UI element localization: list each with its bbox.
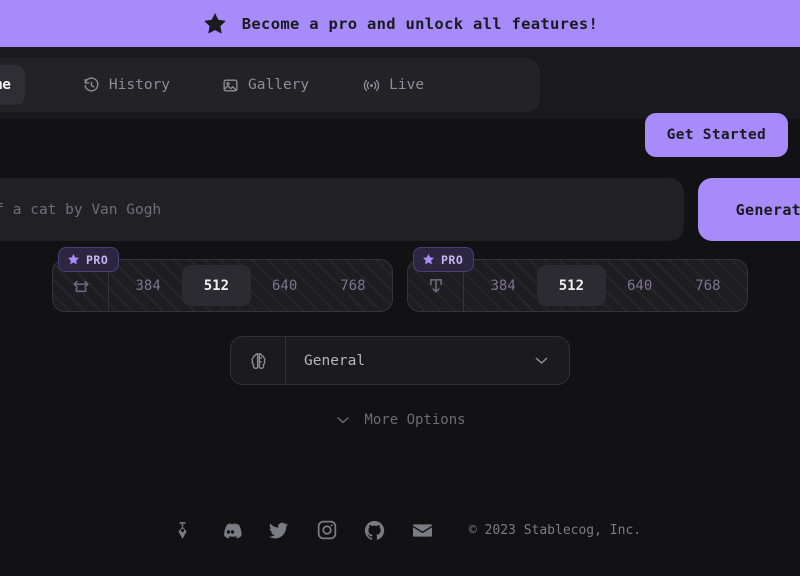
height-selector-group: PRO 384 512 640 768: [407, 247, 748, 312]
nav-item-live[interactable]: Live: [349, 65, 438, 105]
clock-icon: [83, 76, 100, 94]
twitter-icon[interactable]: [255, 508, 303, 552]
image-icon: [222, 77, 239, 94]
height-option-512[interactable]: 512: [537, 265, 606, 306]
pro-badge-height: PRO: [413, 247, 475, 272]
nav-item-label: Live: [389, 77, 425, 93]
dimension-selectors: PRO 384 512 640 768 PRO 384 512 640 768: [0, 247, 800, 312]
more-options-label: More Options: [364, 412, 466, 428]
stablecog-pen-icon[interactable]: [159, 508, 207, 552]
prompt-input-wrapper[interactable]: [0, 178, 684, 241]
brain-icon: [231, 337, 286, 384]
chevron-down-icon: [334, 411, 352, 429]
nav-item-home[interactable]: Home: [0, 65, 25, 105]
navbar: Home History Gallery: [0, 47, 800, 157]
nav-item-gallery[interactable]: Gallery: [208, 65, 323, 105]
height-option-384[interactable]: 384: [469, 265, 537, 306]
get-started-button[interactable]: Get Started: [644, 113, 788, 157]
star-icon: [67, 253, 80, 266]
broadcast-icon: [363, 77, 380, 94]
more-options-row: More Options: [0, 411, 800, 429]
footer: © 2023 Stablecog, Inc.: [0, 508, 800, 552]
nav-item-label: History: [108, 77, 171, 93]
star-icon: [202, 11, 228, 37]
height-option-768[interactable]: 768: [674, 265, 742, 306]
nav-pill-group: Home History Gallery: [0, 58, 540, 112]
width-options: 384 512 640 768: [109, 260, 392, 311]
github-icon[interactable]: [351, 508, 399, 552]
pro-banner[interactable]: Become a pro and unlock all features!: [0, 0, 800, 47]
discord-icon[interactable]: [207, 508, 255, 552]
instagram-icon[interactable]: [303, 508, 351, 552]
star-icon: [422, 253, 435, 266]
copyright-text: © 2023 Stablecog, Inc.: [468, 522, 642, 538]
nav-item-label: Home: [0, 77, 11, 93]
chevron-down-icon: [532, 351, 569, 370]
height-option-640[interactable]: 640: [606, 265, 674, 306]
pro-badge-width: PRO: [58, 247, 120, 272]
prompt-row: Generate: [0, 178, 800, 241]
pro-badge-label: PRO: [441, 252, 464, 267]
pro-badge-label: PRO: [86, 252, 109, 267]
pro-banner-text: Become a pro and unlock all features!: [241, 14, 599, 33]
width-option-768[interactable]: 768: [319, 265, 387, 306]
width-selector-group: PRO 384 512 640 768: [52, 247, 393, 312]
email-icon[interactable]: [399, 508, 447, 552]
width-option-640[interactable]: 640: [251, 265, 319, 306]
generate-button[interactable]: Generate: [698, 178, 800, 241]
nav-item-history[interactable]: History: [69, 65, 184, 105]
model-select[interactable]: General: [230, 336, 570, 385]
width-option-512[interactable]: 512: [182, 265, 251, 306]
prompt-input[interactable]: [0, 201, 660, 218]
more-options-button[interactable]: More Options: [334, 411, 466, 429]
width-option-384[interactable]: 384: [114, 265, 182, 306]
model-select-value: General: [304, 352, 366, 369]
model-row: General: [0, 336, 800, 385]
nav-item-label: Gallery: [248, 77, 310, 93]
height-options: 384 512 640 768: [464, 260, 747, 311]
